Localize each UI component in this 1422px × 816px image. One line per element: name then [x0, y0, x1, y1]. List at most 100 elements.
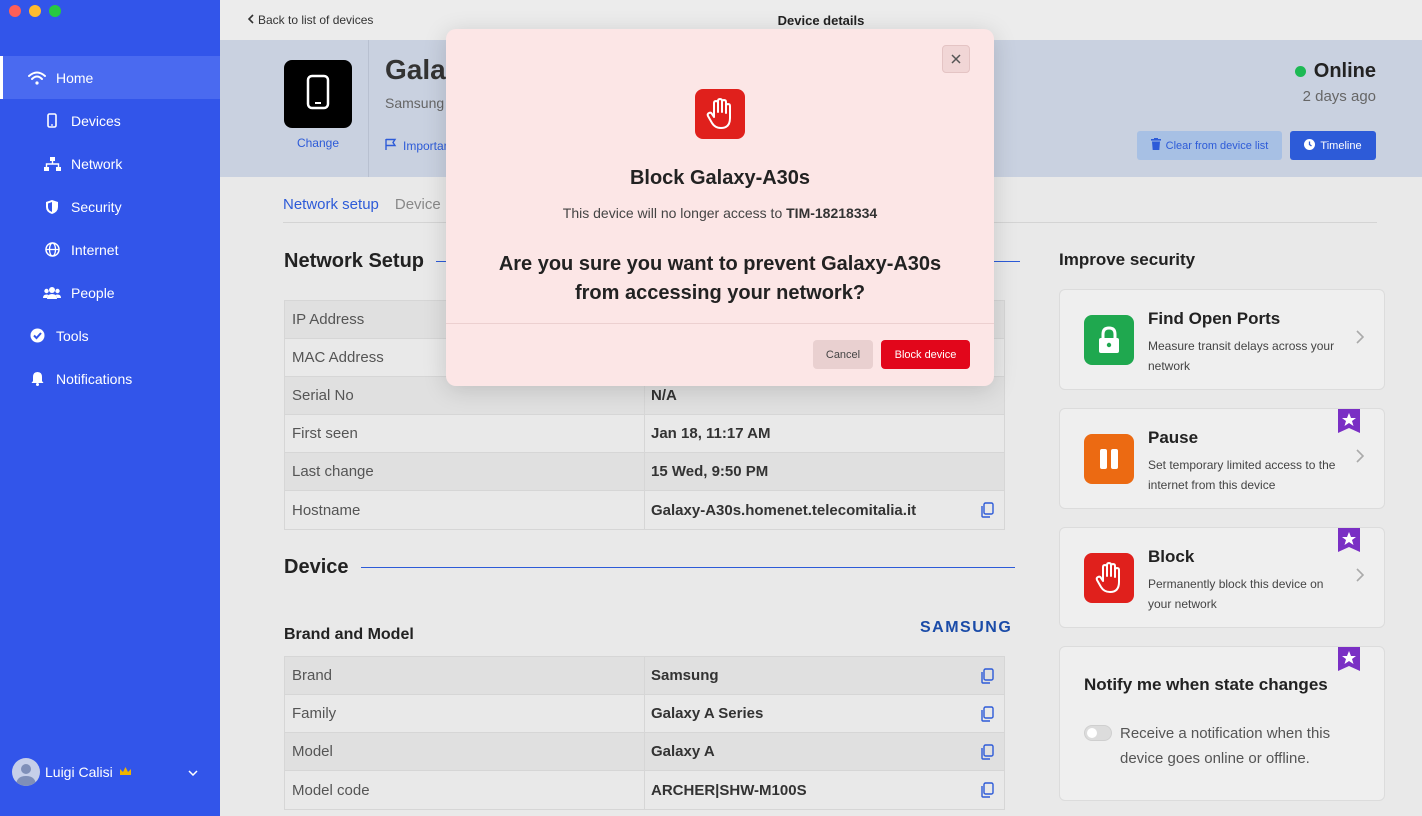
card-description: Set temporary limited access to the inte…: [1148, 458, 1336, 492]
premium-star-icon: [1338, 528, 1360, 552]
page-title: Device details: [777, 13, 865, 28]
close-dialog-button[interactable]: [942, 45, 970, 73]
table-row: Brand Samsung: [285, 657, 1004, 695]
row-value-text: Galaxy A: [651, 743, 715, 760]
copy-icon[interactable]: [980, 744, 994, 760]
row-value-text: Samsung: [651, 667, 719, 684]
sidebar-item-devices[interactable]: Devices: [0, 99, 220, 142]
user-menu[interactable]: Luigi Calisi: [12, 758, 208, 786]
clear-from-list-button[interactable]: Clear from device list: [1137, 131, 1282, 160]
network-icon: [43, 155, 61, 173]
timeline-button[interactable]: Timeline: [1290, 131, 1376, 160]
last-seen: 2 days ago: [1302, 88, 1376, 105]
row-value-text: ARCHER|SHW-M100S: [651, 781, 807, 799]
copy-icon[interactable]: [980, 706, 994, 722]
sidebar-item-people[interactable]: People: [0, 271, 220, 314]
close-window-button[interactable]: [9, 5, 21, 17]
table-row: Last change 15 Wed, 9:50 PM: [285, 453, 1004, 491]
status-badge: Online: [1294, 60, 1376, 83]
row-value: Samsung: [645, 657, 1004, 694]
row-key: Brand: [285, 657, 645, 694]
copy-icon[interactable]: [980, 502, 994, 518]
tab-network-setup[interactable]: Network setup: [283, 196, 379, 222]
notify-toggle[interactable]: [1084, 725, 1112, 741]
row-key: First seen: [285, 415, 645, 452]
card-description: Measure transit delays across your netwo…: [1148, 339, 1335, 373]
timeline-label: Timeline: [1320, 139, 1362, 152]
chevron-down-icon[interactable]: [188, 765, 198, 779]
sidebar-item-security[interactable]: Security: [0, 185, 220, 228]
cancel-button[interactable]: Cancel: [813, 340, 873, 369]
row-value-text: Galaxy-A30s.homenet.telecomitalia.it: [651, 501, 917, 519]
table-row: Family Galaxy A Series: [285, 695, 1004, 733]
premium-star-icon: [1338, 409, 1360, 433]
sidebar-item-internet[interactable]: Internet: [0, 228, 220, 271]
find-open-ports-card[interactable]: Find Open Ports Measure transit delays a…: [1059, 289, 1385, 390]
device-heading: Device: [284, 556, 1015, 579]
lock-icon: [1084, 315, 1134, 365]
sidebar-item-label: Devices: [71, 112, 121, 129]
device-image: [284, 60, 352, 128]
row-value: ARCHER|SHW-M100S: [645, 771, 1004, 809]
smartphone-icon: [306, 74, 330, 115]
row-value-text: N/A: [651, 387, 677, 404]
window-controls: [9, 5, 61, 17]
dialog-subtitle: This device will no longer access to TIM…: [446, 205, 994, 221]
brand-model-heading: Brand and Model: [284, 626, 414, 643]
block-card[interactable]: Block Permanently block this device on y…: [1059, 527, 1385, 628]
premium-star-icon: [1338, 647, 1360, 671]
notify-card: Notify me when state changes Receive a n…: [1059, 646, 1385, 801]
avatar: [12, 758, 40, 786]
status-label: Online: [1313, 60, 1376, 82]
user-name: Luigi Calisi: [45, 764, 113, 780]
tab-device[interactable]: Device: [395, 196, 441, 222]
hand-icon: [695, 89, 745, 139]
device-brand: Samsung: [385, 95, 445, 111]
toggle-knob: [1087, 728, 1097, 738]
card-description: Permanently block this device on your ne…: [1148, 577, 1324, 611]
table-row: Model code ARCHER|SHW-M100S: [285, 771, 1004, 809]
row-value: Galaxy-A30s.homenet.telecomitalia.it: [645, 491, 1004, 529]
hand-icon: [1084, 553, 1134, 603]
close-icon: [951, 51, 961, 67]
card-title: Find Open Ports: [1148, 309, 1281, 328]
sidebar-item-tools[interactable]: Tools: [0, 314, 220, 357]
dialog-subtitle-text: This device will no longer access to: [562, 205, 787, 221]
phone-icon: [43, 112, 61, 130]
globe-icon: [43, 241, 61, 259]
dialog-divider: [446, 323, 994, 324]
people-icon: [43, 284, 61, 302]
flag-icon: [385, 138, 397, 154]
block-device-button[interactable]: Block device: [881, 340, 970, 369]
wifi-icon: [28, 69, 46, 87]
divider: [368, 40, 369, 177]
sidebar-item-home[interactable]: Home: [0, 56, 220, 99]
brand-model-table: Brand Samsung Family Galaxy A Series Mod…: [284, 656, 1005, 810]
sidebar-item-label: Internet: [71, 241, 119, 258]
sidebar-item-label: Network: [71, 155, 123, 172]
trash-icon: [1150, 138, 1161, 153]
status-dot: [1294, 66, 1306, 77]
row-value: Jan 18, 11:17 AM: [645, 415, 1004, 452]
pause-icon: [1084, 434, 1134, 484]
row-key: Model code: [285, 771, 645, 809]
row-value-text: Jan 18, 11:17 AM: [651, 425, 771, 442]
chevron-right-icon: [1356, 447, 1365, 468]
sidebar-item-notifications[interactable]: Notifications: [0, 357, 220, 400]
zoom-window-button[interactable]: [49, 5, 61, 17]
sidebar-item-label: Notifications: [56, 370, 133, 387]
dialog-question: Are you sure you want to prevent Galaxy-…: [498, 253, 942, 304]
crown-icon: [119, 765, 132, 779]
card-title: Block: [1148, 547, 1195, 566]
copy-icon[interactable]: [980, 668, 994, 684]
change-image-link[interactable]: Change: [284, 136, 352, 150]
copy-icon[interactable]: [980, 782, 994, 798]
important-toggle[interactable]: Important: [385, 138, 454, 154]
shield-icon: [43, 198, 61, 216]
table-row: Model Galaxy A: [285, 733, 1004, 771]
row-value: 15 Wed, 9:50 PM: [645, 453, 1004, 490]
minimize-window-button[interactable]: [29, 5, 41, 17]
clock-icon: [1304, 138, 1316, 153]
sidebar-item-network[interactable]: Network: [0, 142, 220, 185]
pause-card[interactable]: Pause Set temporary limited access to th…: [1059, 408, 1385, 509]
